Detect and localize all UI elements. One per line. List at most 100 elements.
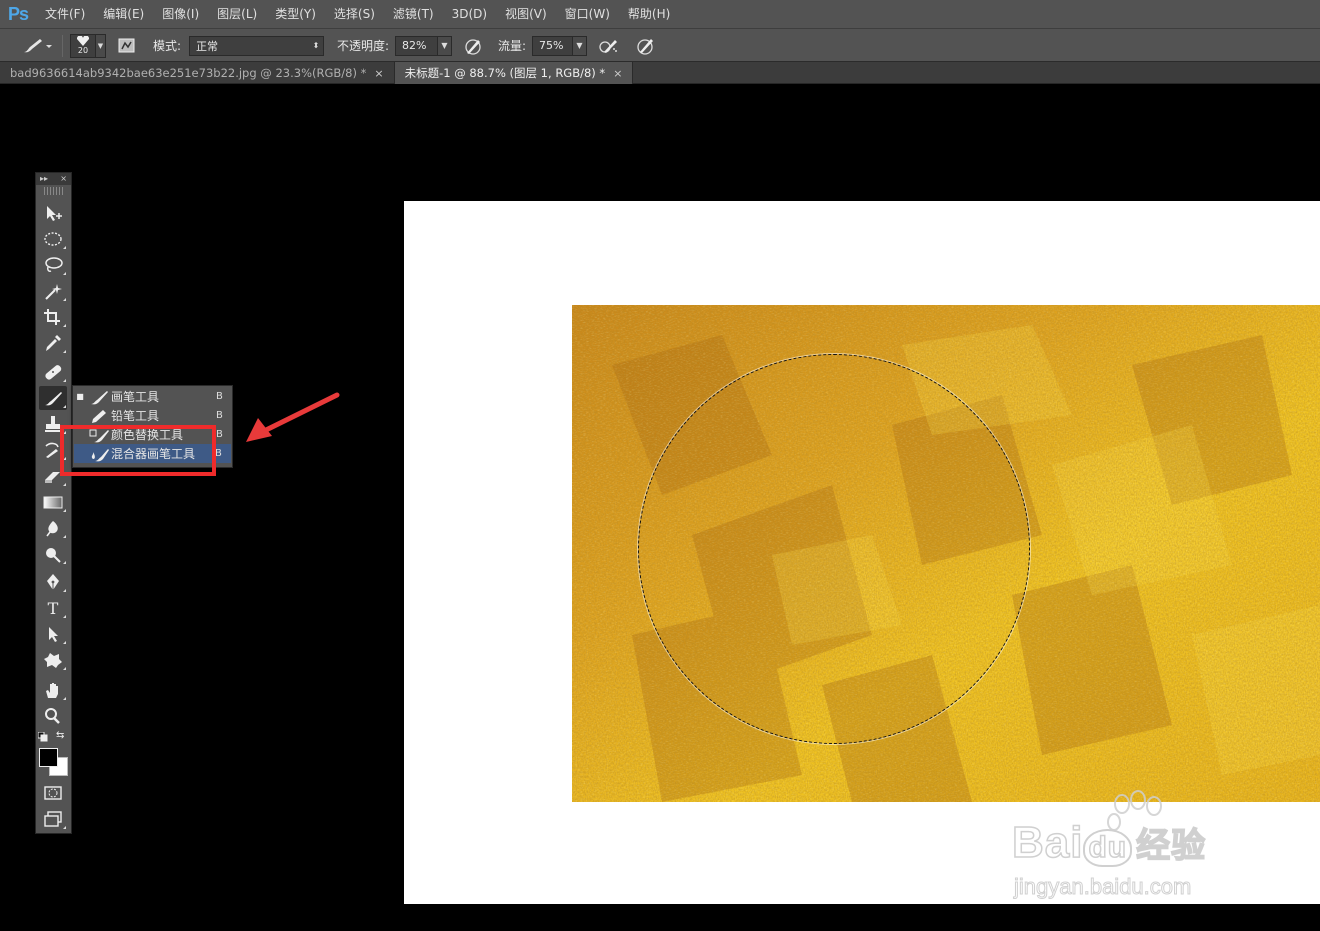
eraser-tool[interactable] — [39, 464, 67, 488]
menu-type[interactable]: 类型(Y) — [266, 0, 325, 28]
lasso-tool[interactable] — [39, 253, 67, 277]
mode-label: 模式: — [153, 39, 182, 53]
crop-tool[interactable] — [39, 305, 67, 329]
spot-healing-tool[interactable] — [39, 360, 67, 384]
dodge-tool[interactable] — [39, 542, 67, 566]
eyedropper-icon — [46, 335, 61, 351]
flyout-label: 画笔工具 — [111, 390, 160, 404]
chevron-down-icon[interactable]: ▼ — [437, 36, 451, 55]
opacity-field[interactable]: 82% ▼ — [395, 35, 452, 56]
elliptical-marquee-tool[interactable] — [39, 227, 67, 251]
pen-nib-icon — [47, 574, 59, 590]
quick-mask-icon — [44, 786, 62, 800]
menu-filter[interactable]: 滤镜(T) — [384, 0, 443, 28]
menu-select[interactable]: 选择(S) — [325, 0, 384, 28]
tab-document-2[interactable]: 未标题-1 @ 88.7% (图层 1, RGB/8) * × — [394, 62, 634, 84]
close-icon[interactable]: × — [613, 67, 622, 80]
default-colors-icon[interactable] — [37, 731, 48, 745]
pen-tool[interactable] — [39, 570, 67, 594]
brush-tool[interactable] — [39, 386, 67, 410]
pressure-opacity-toggle[interactable] — [462, 29, 484, 62]
close-icon[interactable]: × — [60, 173, 67, 185]
flyout-item-color-replacement[interactable]: 颜色替换工具 B — [73, 425, 232, 444]
collapse-icon[interactable]: ▸▸ — [40, 173, 48, 185]
quick-mask-toggle[interactable] — [39, 781, 67, 805]
menu-3d[interactable]: 3D(D) — [443, 0, 496, 28]
pressure-size-toggle[interactable] — [634, 29, 656, 62]
menu-view[interactable]: 视图(V) — [496, 0, 556, 28]
move-tool[interactable] — [39, 201, 67, 225]
shortcut-key: B — [215, 448, 222, 459]
tab-document-1[interactable]: bad9636614ab9342bae63e251e73b22.jpg @ 23… — [0, 62, 395, 84]
flyout-item-mixer-brush[interactable]: 混合器画笔工具 B — [74, 444, 231, 463]
airbrush-icon — [599, 39, 617, 53]
foreground-color-swatch[interactable] — [39, 748, 58, 767]
shortcut-key: B — [216, 391, 223, 402]
brush-preset-picker[interactable]: 20 ▼ — [70, 29, 106, 62]
gradient-tool[interactable] — [39, 490, 67, 514]
menu-window[interactable]: 窗口(W) — [556, 0, 619, 28]
zoom-tool[interactable] — [39, 704, 67, 728]
pressure-size-icon — [637, 38, 653, 55]
tool-preset-picker[interactable] — [18, 29, 52, 62]
flow-label: 流量: — [498, 39, 527, 53]
tools-panel-header[interactable]: ▸▸ × — [36, 173, 71, 185]
custom-shape-tool[interactable] — [39, 648, 67, 672]
tab-label: bad9636614ab9342bae63e251e73b22.jpg @ 23… — [10, 66, 367, 80]
brush-icon — [24, 38, 52, 52]
opacity-label: 不透明度: — [337, 39, 390, 53]
flyout-label: 颜色替换工具 — [111, 428, 184, 442]
type-icon: T — [47, 598, 59, 618]
path-selection-tool[interactable] — [39, 622, 67, 646]
flow-field[interactable]: 75% ▼ — [532, 35, 587, 56]
document-tabs: bad9636614ab9342bae63e251e73b22.jpg @ 23… — [0, 62, 1320, 84]
hand-tool[interactable] — [39, 678, 67, 702]
magic-wand-tool[interactable] — [39, 279, 67, 303]
brush-panel-toggle[interactable] — [116, 29, 138, 62]
baidu-watermark: Bai du 经验 jingyan.baidu.com — [1010, 790, 1260, 910]
chevron-down-icon[interactable]: ▼ — [96, 33, 106, 58]
flyout-label: 铅笔工具 — [111, 409, 160, 423]
watermark-cn: 经验 — [1135, 826, 1207, 866]
updown-icon: ⬍ — [312, 41, 320, 50]
move-icon — [47, 206, 62, 221]
flyout-item-pencil[interactable]: 铅笔工具 B — [73, 406, 232, 425]
close-icon[interactable]: × — [374, 67, 383, 80]
blur-tool[interactable] — [39, 516, 67, 540]
type-tool[interactable]: T — [39, 596, 67, 620]
pressure-opacity-icon — [465, 38, 481, 55]
magnifier-icon — [45, 708, 60, 724]
blend-mode-value: 正常 — [196, 39, 218, 53]
eyedropper-tool[interactable] — [39, 331, 67, 355]
pencil-icon — [87, 406, 111, 425]
menu-help[interactable]: 帮助(H) — [619, 0, 679, 28]
hand-icon — [46, 683, 58, 698]
separator — [62, 35, 63, 57]
menu-file[interactable]: 文件(F) — [36, 0, 94, 28]
watermark-brand-du: du — [1083, 829, 1133, 867]
shortcut-key: B — [216, 410, 223, 421]
swap-colors-icon[interactable]: ⇆ — [56, 730, 64, 741]
mixer-brush-icon — [87, 444, 111, 463]
clone-stamp-tool[interactable] — [39, 412, 67, 436]
panel-grip[interactable] — [44, 187, 63, 195]
flyout-label: 混合器画笔工具 — [111, 447, 196, 461]
chevron-down-icon[interactable]: ▼ — [572, 36, 586, 55]
brush-size-value: 20 — [77, 46, 89, 55]
blend-mode-select[interactable]: 正常 ⬍ — [189, 35, 324, 56]
flyout-item-brush[interactable]: ■ 画笔工具 B — [73, 387, 232, 406]
airbrush-toggle[interactable] — [597, 29, 619, 62]
menu-image[interactable]: 图像(I) — [153, 0, 208, 28]
gradient-icon — [43, 496, 63, 509]
menu-edit[interactable]: 编辑(E) — [94, 0, 153, 28]
flow-value: 75% — [539, 39, 564, 52]
brush-icon — [87, 387, 111, 406]
tab-label: 未标题-1 @ 88.7% (图层 1, RGB/8) * — [404, 66, 606, 80]
history-brush-tool[interactable] — [39, 438, 67, 462]
options-bar: 20 ▼ 模式: 正常 ⬍ 不透明度: 82% ▼ 流量: 75% ▼ — [0, 28, 1320, 62]
magic-wand-icon — [45, 284, 62, 300]
custom-shape-icon — [44, 653, 62, 668]
menu-layer[interactable]: 图层(L) — [208, 0, 266, 28]
screen-mode-toggle[interactable] — [39, 807, 67, 831]
elliptical-selection-marquee — [638, 354, 1030, 744]
